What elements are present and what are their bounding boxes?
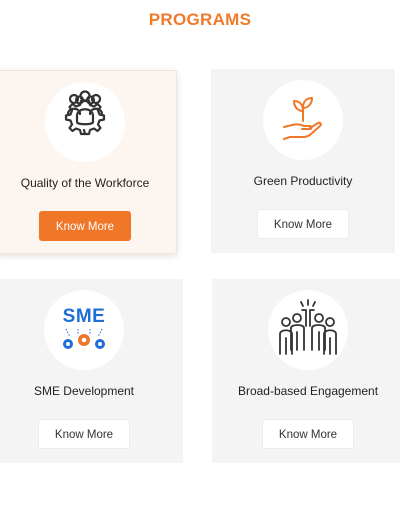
icon-circle (268, 290, 348, 370)
icon-circle (263, 80, 343, 160)
program-card-green-productivity[interactable]: Green Productivity Know More (211, 69, 395, 253)
sme-icon-text: SME (62, 306, 106, 327)
program-title: Broad-based Engagement (237, 384, 379, 398)
icon-circle: SME (44, 290, 124, 370)
program-title: SME Development (33, 384, 135, 398)
know-more-button[interactable]: Know More (262, 419, 354, 449)
team-gear-icon (54, 89, 116, 156)
icon-circle (45, 82, 125, 162)
know-more-button[interactable]: Know More (257, 209, 349, 239)
plant-hand-icon (276, 91, 330, 150)
section-title: PROGRAMS (148, 10, 252, 29)
programs-section: PROGRAMS Quality of the Workforce Know M… (0, 0, 400, 516)
know-more-button[interactable]: Know More (39, 211, 131, 241)
know-more-button[interactable]: Know More (38, 419, 130, 449)
program-card-quality-workforce[interactable]: Quality of the Workforce Know More (0, 70, 177, 254)
raised-hands-icon (276, 298, 340, 363)
sme-gears-icon: SME (56, 307, 112, 353)
program-card-sme-development[interactable]: SME SME Development Know More (0, 279, 183, 463)
program-title: Quality of the Workforce (20, 176, 150, 190)
program-title: Green Productivity (253, 174, 353, 188)
program-card-broad-based-engagement[interactable]: Broad-based Engagement Know More (212, 279, 400, 463)
